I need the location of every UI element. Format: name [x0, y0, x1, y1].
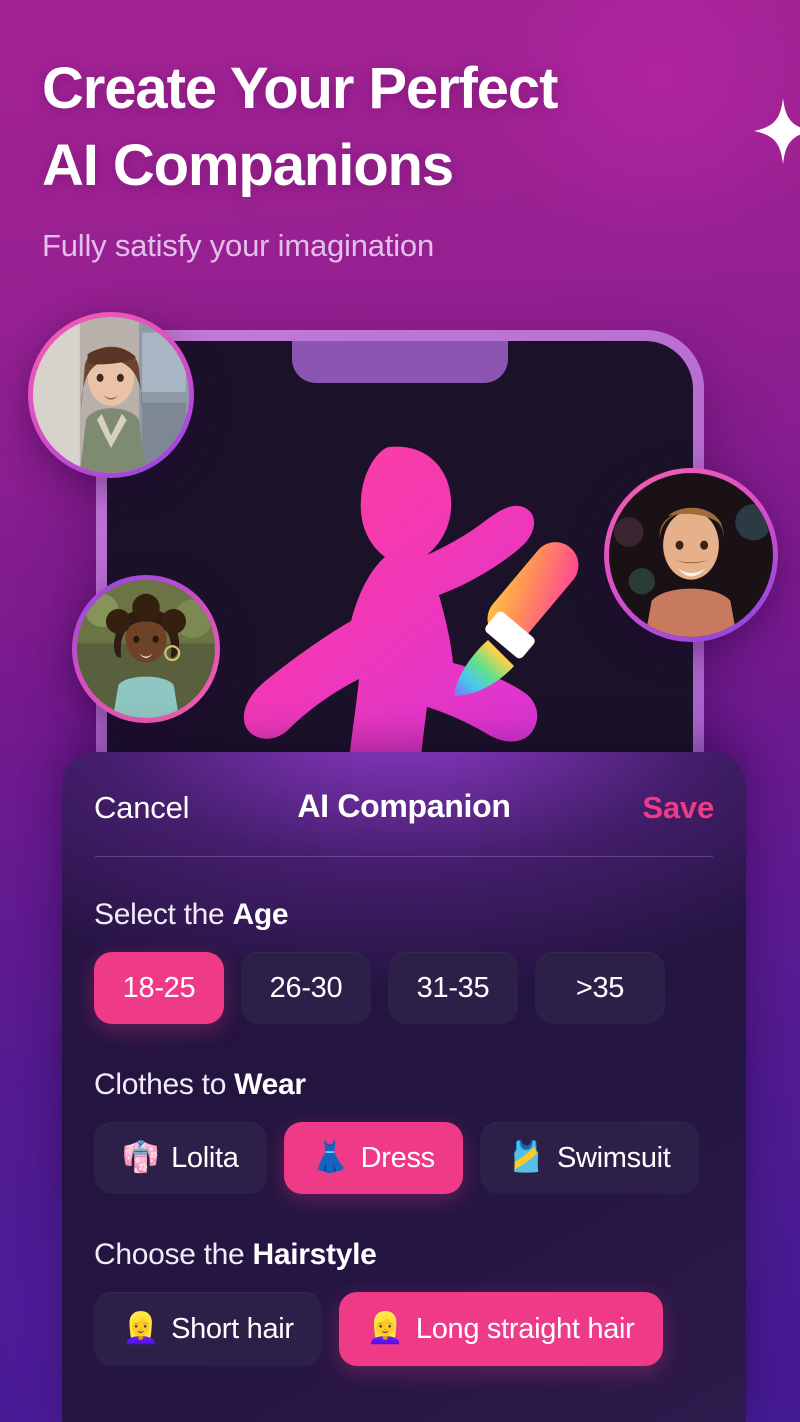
chip-label: Short hair [171, 1312, 294, 1345]
chip-hairstyle-long-straight-hair[interactable]: 👱‍♀️ Long straight hair [338, 1292, 663, 1366]
section-clothes: Clothes to Wear 👘 Lolita 👗 Dress 🎽 Swims… [94, 1068, 714, 1194]
sheet-body: Select the Age 18-25 26-30 31-35 >35 Clo… [62, 898, 746, 1366]
chip-row-clothes: 👘 Lolita 👗 Dress 🎽 Swimsuit [94, 1122, 714, 1194]
hero-header: Create Your Perfect AI Companions Fully … [0, 0, 800, 264]
avatar-man-1 [604, 468, 778, 642]
page-title: Create Your Perfect AI Companions [42, 50, 800, 204]
chip-age-18-25[interactable]: 18-25 [94, 952, 224, 1024]
kimono-icon: 👘 [122, 1141, 160, 1174]
section-label-clothes: Clothes to Wear [94, 1068, 714, 1102]
swimsuit-icon: 🎽 [507, 1141, 545, 1174]
save-button[interactable]: Save [642, 790, 714, 826]
blonde-woman-icon: 👱‍♀️ [366, 1312, 404, 1345]
chip-label: >35 [575, 971, 625, 1004]
chip-clothes-dress[interactable]: 👗 Dress [283, 1122, 463, 1194]
chip-clothes-swimsuit[interactable]: 🎽 Swimsuit [479, 1122, 699, 1194]
section-label-clothes-bold: Wear [234, 1068, 306, 1101]
headline-line-1: Create Your Perfect [42, 56, 558, 121]
avatar-photo-woman-2 [77, 580, 215, 718]
section-hairstyle: Choose the Hairstyle 👱‍♀️ Short hair 👱‍♀… [94, 1238, 714, 1366]
avatar [77, 580, 215, 718]
avatar [33, 317, 189, 473]
sparkle-icon [754, 98, 800, 164]
chip-label: 26-30 [269, 971, 343, 1004]
chip-row-hairstyle: 👱‍♀️ Short hair 👱‍♀️ Long straight hair [94, 1292, 714, 1366]
chip-age-over-35[interactable]: >35 [535, 952, 665, 1024]
chip-age-31-35[interactable]: 31-35 [388, 952, 518, 1024]
section-label-age: Select the Age [94, 898, 714, 932]
chip-label: Dress [360, 1141, 436, 1174]
sheet-divider [95, 856, 713, 857]
chip-clothes-lolita[interactable]: 👘 Lolita [94, 1122, 267, 1194]
avatar-photo-man-1 [609, 473, 773, 637]
chip-row-age: 18-25 26-30 31-35 >35 [94, 952, 714, 1024]
chip-label: Swimsuit [556, 1141, 671, 1174]
section-label-age-plain: Select the [94, 898, 233, 931]
chip-label: 31-35 [416, 971, 490, 1004]
chip-age-26-30[interactable]: 26-30 [241, 952, 371, 1024]
ai-companion-sheet: Cancel AI Companion Save Select the Age … [62, 752, 746, 1422]
blonde-woman-icon: 👱‍♀️ [122, 1312, 160, 1345]
phone-notch [292, 341, 508, 383]
section-age: Select the Age 18-25 26-30 31-35 >35 [94, 898, 714, 1024]
section-label-hairstyle-plain: Choose the [94, 1238, 253, 1271]
dress-icon: 👗 [311, 1141, 349, 1174]
section-label-hairstyle: Choose the Hairstyle [94, 1238, 714, 1272]
section-label-hairstyle-bold: Hairstyle [252, 1238, 377, 1271]
avatar-photo-woman-1 [33, 317, 189, 473]
chip-label: Lolita [171, 1141, 239, 1174]
sheet-header: Cancel AI Companion Save [62, 752, 746, 862]
section-label-age-bold: Age [232, 898, 289, 931]
hero-subtitle: Fully satisfy your imagination [42, 228, 434, 264]
headline-line-2: AI Companions [42, 133, 454, 199]
avatar [609, 473, 773, 637]
paint-brush-icon [454, 542, 579, 696]
chip-label: 18-25 [122, 971, 196, 1004]
avatar-woman-2 [72, 575, 220, 723]
chip-hairstyle-short-hair[interactable]: 👱‍♀️ Short hair [94, 1292, 322, 1366]
chip-label: Long straight hair [415, 1312, 635, 1345]
section-label-clothes-plain: Clothes to [94, 1068, 235, 1101]
avatar-woman-1 [28, 312, 194, 478]
